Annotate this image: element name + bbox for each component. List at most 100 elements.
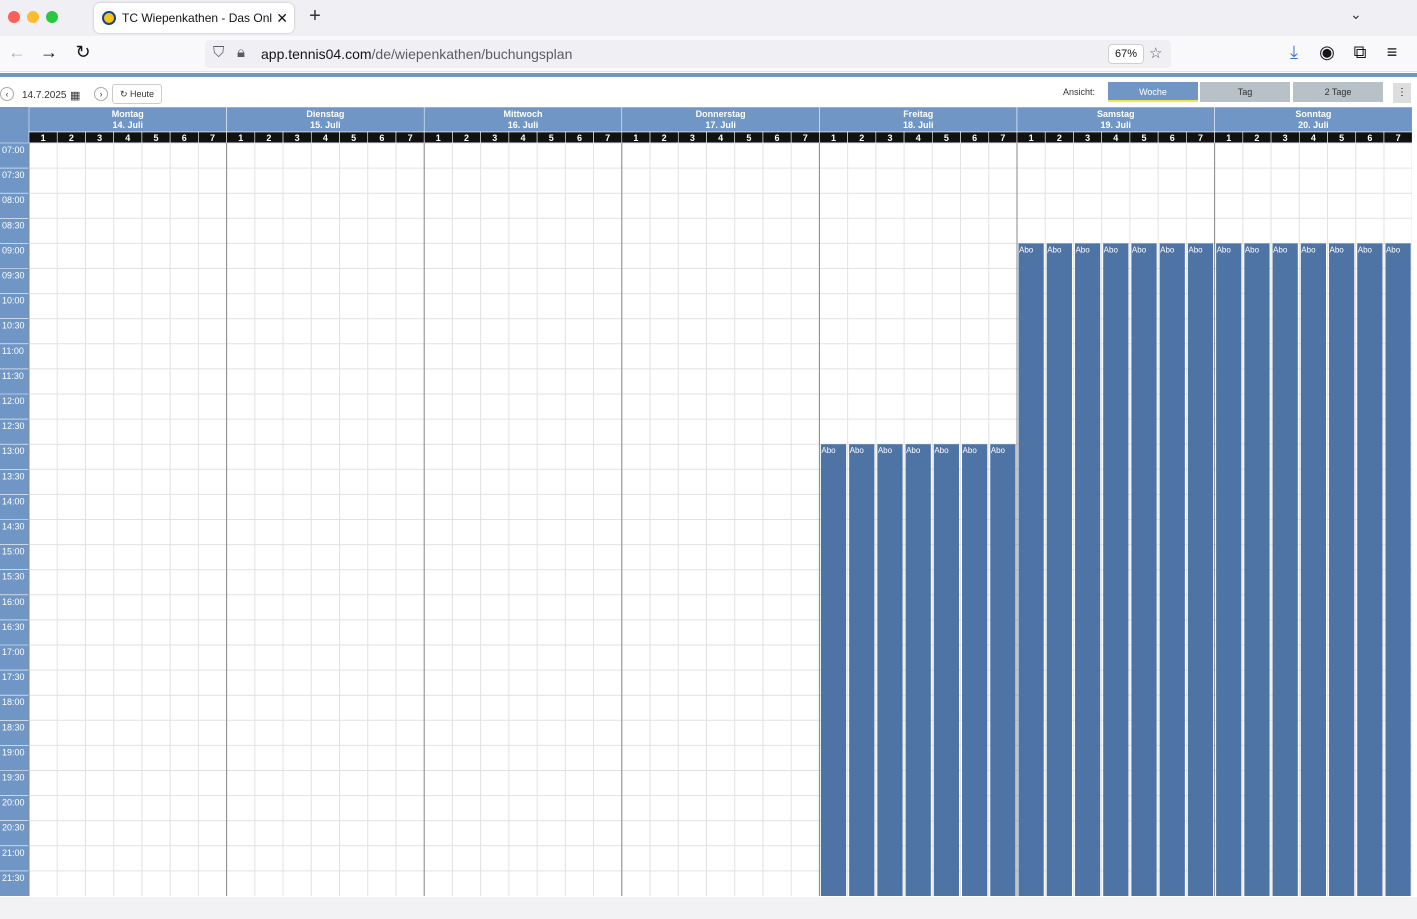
date-field[interactable]: 14.7.2025: [22, 90, 67, 101]
booking-label: Abo: [1330, 245, 1345, 254]
court-number: 3: [690, 133, 695, 143]
booking-block[interactable]: [1187, 243, 1214, 896]
day-date: 16. Juli: [508, 120, 539, 130]
booking-block[interactable]: [1103, 243, 1129, 896]
view-week-button[interactable]: Woche: [1108, 82, 1198, 102]
time-label: 13:30: [2, 471, 25, 481]
tab-title: TC Wiepenkathen - Das Online-: [122, 11, 273, 25]
booking-label: Abo: [1245, 245, 1260, 254]
menu-icon[interactable]: ≡: [1381, 42, 1403, 63]
day-name: Donnerstag: [696, 109, 746, 119]
court-number: 2: [266, 133, 271, 143]
court-number: 4: [323, 133, 328, 143]
court-number: 7: [1396, 133, 1401, 143]
booking-label: Abo: [1188, 245, 1203, 254]
new-tab-icon[interactable]: +: [305, 5, 325, 28]
court-number: 2: [662, 133, 667, 143]
booking-block[interactable]: [1244, 243, 1270, 896]
time-label: 08:30: [2, 220, 25, 230]
view-two-days-button[interactable]: 2 Tage: [1293, 82, 1383, 102]
booking-block[interactable]: [1018, 243, 1044, 896]
time-label: 13:00: [2, 446, 25, 456]
more-options-icon[interactable]: ⋮: [1393, 83, 1411, 103]
chevron-down-icon[interactable]: ⌄: [1350, 6, 1362, 23]
booking-label: Abo: [1273, 245, 1288, 254]
forward-icon[interactable]: →: [38, 42, 60, 63]
minimize-window-button[interactable]: [27, 11, 39, 23]
booking-block[interactable]: [933, 444, 960, 896]
court-number: 1: [436, 133, 441, 143]
time-label: 07:30: [2, 170, 25, 180]
booking-block[interactable]: [1046, 243, 1072, 896]
zoom-level[interactable]: 67%: [1108, 44, 1145, 64]
booking-label: Abo: [1104, 245, 1119, 254]
close-tab-icon[interactable]: ✕: [276, 10, 288, 27]
booking-block[interactable]: [849, 444, 875, 896]
booking-schedule-grid: Montag14. Juli 1 2 3 4 5 6 7 Dienstag15. Juli 1 2 3…: [0, 107, 1412, 896]
booking-label: Abo: [878, 446, 893, 455]
browser-tab-bar: TC Wiepenkathen - Das Online- ✕ + ⌄: [0, 0, 1417, 36]
lock-icon[interactable]: 🔒︎: [237, 44, 245, 61]
time-label: 14:00: [2, 496, 25, 506]
time-label: 20:00: [2, 798, 25, 808]
bookmark-star-icon[interactable]: ☆: [1149, 44, 1162, 62]
shield-icon[interactable]: ⛉: [213, 44, 224, 61]
booking-block[interactable]: [905, 444, 931, 896]
booking-block[interactable]: [820, 444, 847, 896]
court-number: 3: [492, 133, 497, 143]
booking-block[interactable]: [877, 444, 903, 896]
day-date: 17. Juli: [705, 120, 736, 130]
booking-block[interactable]: [990, 444, 1016, 896]
booking-block[interactable]: [1216, 243, 1242, 896]
previous-week-button[interactable]: ‹: [0, 87, 14, 101]
download-icon[interactable]: ⤓: [1283, 42, 1305, 63]
court-number: 2: [1254, 133, 1259, 143]
close-window-button[interactable]: [8, 11, 20, 23]
today-button[interactable]: ↻ Heute: [112, 84, 162, 104]
booking-block[interactable]: [1272, 243, 1298, 896]
time-label: 14:30: [2, 522, 25, 532]
court-number: 1: [831, 133, 836, 143]
time-label: 19:00: [2, 747, 25, 757]
url-bar[interactable]: ⛉ 🔒︎ app.tennis04.com/de/wiepenkathen/bu…: [205, 40, 1171, 68]
extensions-icon[interactable]: ⧉: [1349, 42, 1371, 63]
reload-icon[interactable]: ↻: [72, 42, 94, 63]
account-icon[interactable]: ◉: [1316, 42, 1338, 63]
booking-block[interactable]: [962, 444, 988, 896]
time-label: 15:30: [2, 572, 25, 582]
back-icon[interactable]: ←: [6, 42, 28, 63]
day-name: Freitag: [903, 109, 933, 119]
booking-block[interactable]: [1385, 243, 1411, 896]
time-label: 19:30: [2, 773, 25, 783]
day-name: Dienstag: [306, 109, 344, 119]
booking-block[interactable]: [1329, 243, 1355, 896]
booking-block[interactable]: [1131, 243, 1157, 896]
day-date: 14. Juli: [113, 120, 144, 130]
next-week-button[interactable]: ›: [94, 87, 108, 101]
court-number: 6: [1367, 133, 1372, 143]
court-number: 5: [1339, 133, 1344, 143]
scrollbar[interactable]: [1412, 200, 1417, 700]
maximize-window-button[interactable]: [46, 11, 58, 23]
court-number: 7: [408, 133, 413, 143]
court-number: 3: [887, 133, 892, 143]
court-number: 7: [210, 133, 215, 143]
refresh-icon: ↻: [119, 89, 128, 99]
booking-label: Abo: [963, 446, 978, 455]
day-date: 20. Juli: [1298, 120, 1329, 130]
time-label: 11:00: [2, 346, 24, 356]
view-day-button[interactable]: Tag: [1200, 82, 1290, 102]
booking-block[interactable]: [1300, 243, 1327, 896]
court-number: 5: [1142, 133, 1147, 143]
day-name: Mittwoch: [504, 109, 543, 119]
browser-tab[interactable]: TC Wiepenkathen - Das Online- ✕: [94, 3, 294, 33]
schedule-toolbar: ‹ 14.7.2025 ▦ › ↻ Heute Ansicht: Woche T…: [0, 80, 1417, 106]
booking-block[interactable]: [1074, 243, 1101, 896]
calendar-icon[interactable]: ▦: [70, 89, 80, 102]
booking-block[interactable]: [1159, 243, 1185, 896]
time-label: 21:00: [2, 848, 25, 858]
booking-block[interactable]: [1357, 243, 1383, 896]
court-number: 1: [633, 133, 638, 143]
court-number: 7: [605, 133, 610, 143]
court-number: 4: [1113, 133, 1118, 143]
